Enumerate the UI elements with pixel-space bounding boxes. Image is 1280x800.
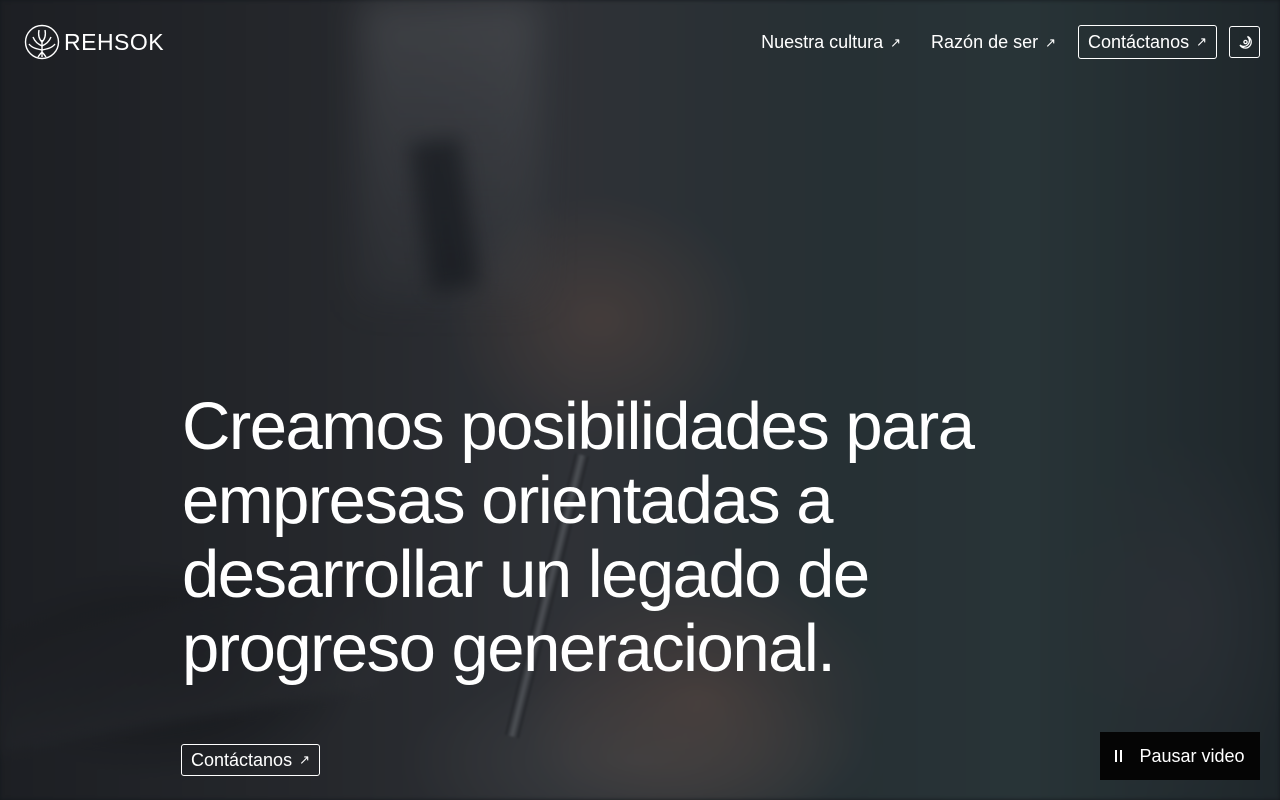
tree-logo-icon [24, 24, 60, 60]
nav-link-razon-de-ser[interactable]: Razón de ser ↗ [931, 32, 1056, 53]
pause-video-label: Pausar video [1139, 745, 1245, 766]
main-nav: Nuestra cultura ↗ Razón de ser ↗ Contáct… [731, 25, 1260, 59]
nav-link-nuestra-cultura[interactable]: Nuestra cultura ↗ [761, 32, 901, 53]
hero-contact-label: Contáctanos [191, 749, 293, 770]
nav-contact-label: Contáctanos [1088, 31, 1190, 52]
brand-logo-link[interactable]: REHSOK [24, 24, 164, 60]
site-header: REHSOK Nuestra cultura ↗ Razón de ser ↗ … [0, 0, 1280, 84]
external-arrow-icon: ↗ [1196, 34, 1207, 49]
pause-icon [1115, 750, 1125, 762]
nav-contact-button[interactable]: Contáctanos ↗ [1078, 25, 1217, 59]
theme-toggle-button[interactable] [1229, 26, 1260, 58]
external-arrow-icon: ↗ [299, 752, 310, 767]
hero-headline: Creamos posibilidades para empresas orie… [182, 389, 975, 686]
nav-link-label: Razón de ser [931, 31, 1039, 52]
pause-video-button[interactable]: Pausar video [1100, 732, 1260, 780]
external-arrow-icon: ↗ [1045, 34, 1057, 50]
hero-contact-button[interactable]: Contáctanos ↗ [181, 744, 320, 776]
hero-section: REHSOK Nuestra cultura ↗ Razón de ser ↗ … [0, 0, 1280, 800]
brand-name: REHSOK [64, 28, 165, 55]
moon-sun-icon [1238, 35, 1252, 49]
external-arrow-icon: ↗ [890, 34, 902, 50]
nav-link-label: Nuestra cultura [761, 31, 884, 52]
